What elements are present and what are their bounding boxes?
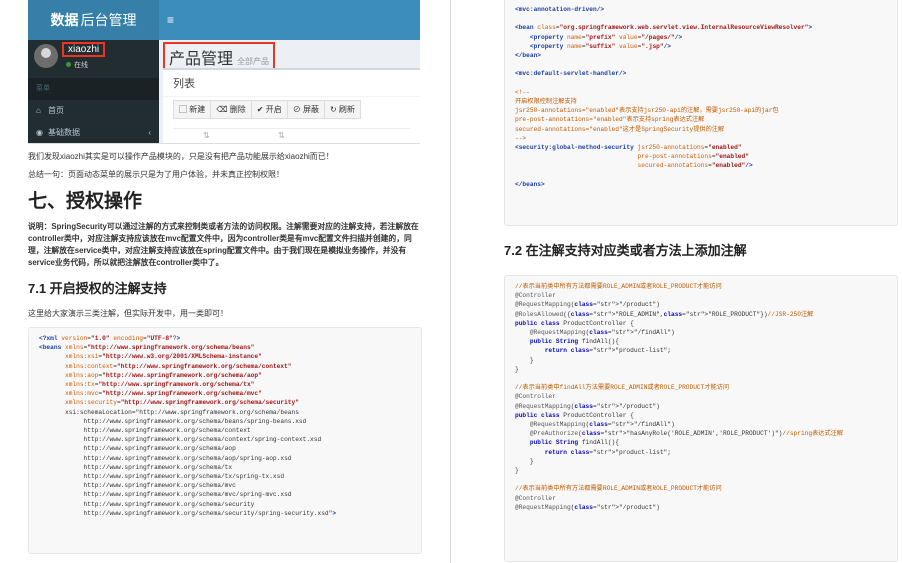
page-title-text: 产品管理 (169, 51, 234, 68)
code-text: //表示当前类中所有方法都需要ROLE_ADMIN或者ROLE_PRODUCT才… (515, 283, 844, 511)
sort-icon[interactable]: ⇅ (278, 131, 285, 140)
menu-item-home[interactable]: ⌂ 首页 (28, 100, 159, 122)
table-header: ⇅ ⇅ (173, 128, 410, 143)
toolbar: ▢ 新建 ⌫ 删除 ✔ 开启 ⊘ 屏蔽 ↻ 刷新 (173, 100, 361, 119)
new-button[interactable]: ▢ 新建 (173, 100, 212, 119)
online-label: 在线 (74, 62, 88, 69)
online-dot-icon (66, 62, 71, 67)
block-button[interactable]: ⊘ 屏蔽 (286, 100, 325, 119)
paragraph-2: 总结一句：页面动态菜单的展示只是为了用户体验，并未真正控制权限！ (28, 170, 284, 179)
home-icon: ⌂ (36, 106, 41, 115)
username: xiaozhi (62, 42, 106, 57)
note-paragraph: 说明：SpringSecurity可以通过注解的方式来控制类或者方法的访问权限。… (28, 222, 419, 267)
folder-icon: ◉ (36, 128, 43, 137)
enable-button-label: 开启 (265, 105, 282, 114)
logo-rest-text: 后台管理 (80, 12, 137, 28)
subsection-heading-7-1: 7.1 开启授权的注解支持 (28, 281, 167, 296)
admin-screenshot: 数据 后台管理 xiaozhi 在线 菜单 ⌂ 首页 ◉ 基础数据 ‹ ≡ 产品管理全… (28, 0, 420, 144)
menu-item-label: 首页 (48, 106, 64, 115)
block-button-label: 屏蔽 (302, 105, 319, 114)
refresh-button-label: 刷新 (338, 105, 355, 114)
subsection-heading-7-2: 7.2 在注解支持对应类或者方法上添加注解 (504, 243, 747, 258)
section-heading: 七、授权操作 (28, 191, 143, 212)
paragraph-3: 这里给大家演示三类注解，但实际开发中，用一类即可！ (28, 309, 228, 318)
chevron-left-icon: ‹ (148, 128, 151, 137)
code-text: <mvc:annotation-driven/> <bean class="or… (515, 6, 813, 188)
menu-item-label: 基础数据 (48, 128, 80, 137)
page-subtitle: 全部产品 (237, 57, 270, 66)
left-page: 数据 后台管理 xiaozhi 在线 菜单 ⌂ 首页 ◉ 基础数据 ‹ ≡ 产品管理全… (0, 0, 440, 563)
code-text: <?xml version="1.0" encoding="UTF-8"?> <… (39, 335, 337, 517)
enable-button[interactable]: ✔ 开启 (250, 100, 288, 119)
online-status: 在线 (66, 60, 88, 70)
code-block-xml-continued: <mvc:annotation-driven/> <bean class="or… (504, 0, 898, 226)
delete-button[interactable]: ⌫ 删除 (210, 100, 252, 119)
logo-bold-text: 数据 (50, 12, 79, 28)
list-box: 列表 ▢ 新建 ⌫ 删除 ✔ 开启 ⊘ 屏蔽 ↻ 刷新 ⇅ ⇅ (163, 68, 420, 143)
code-block-xml: <?xml version="1.0" encoding="UTF-8"?> <… (28, 327, 422, 554)
page-divider (450, 0, 451, 563)
delete-button-label: 删除 (229, 105, 246, 114)
paragraph-1: 我们发现xiaozhi其实是可以操作产品模块的，只是没有把产品功能展示给xiao… (28, 152, 334, 161)
admin-sidebar: 数据 后台管理 xiaozhi 在线 菜单 ⌂ 首页 ◉ 基础数据 ‹ (28, 0, 159, 143)
admin-content: 产品管理 全部产品 列表 ▢ 新建 ⌫ 删除 ✔ 开启 ⊘ 屏蔽 ↻ 刷新 ⇅ ⇅ (159, 40, 420, 143)
box-title: 列表 (163, 70, 420, 97)
sort-icon[interactable]: ⇅ (203, 131, 210, 140)
menu-toggle-icon[interactable]: ≡ (167, 13, 174, 27)
user-panel: xiaozhi 在线 (28, 40, 159, 78)
new-button-label: 新建 (189, 105, 206, 114)
avatar (34, 44, 58, 68)
refresh-button[interactable]: ↻ 刷新 (323, 100, 361, 119)
admin-topbar: ≡ (159, 0, 420, 40)
menu-item-basic-data[interactable]: ◉ 基础数据 ‹ (28, 122, 159, 143)
menu-header: 菜单 (28, 78, 159, 100)
admin-logo: 数据 后台管理 (28, 0, 159, 40)
code-block-java: //表示当前类中所有方法都需要ROLE_ADMIN或者ROLE_PRODUCT才… (504, 275, 898, 562)
right-page: <mvc:annotation-driven/> <bean class="or… (462, 0, 902, 563)
